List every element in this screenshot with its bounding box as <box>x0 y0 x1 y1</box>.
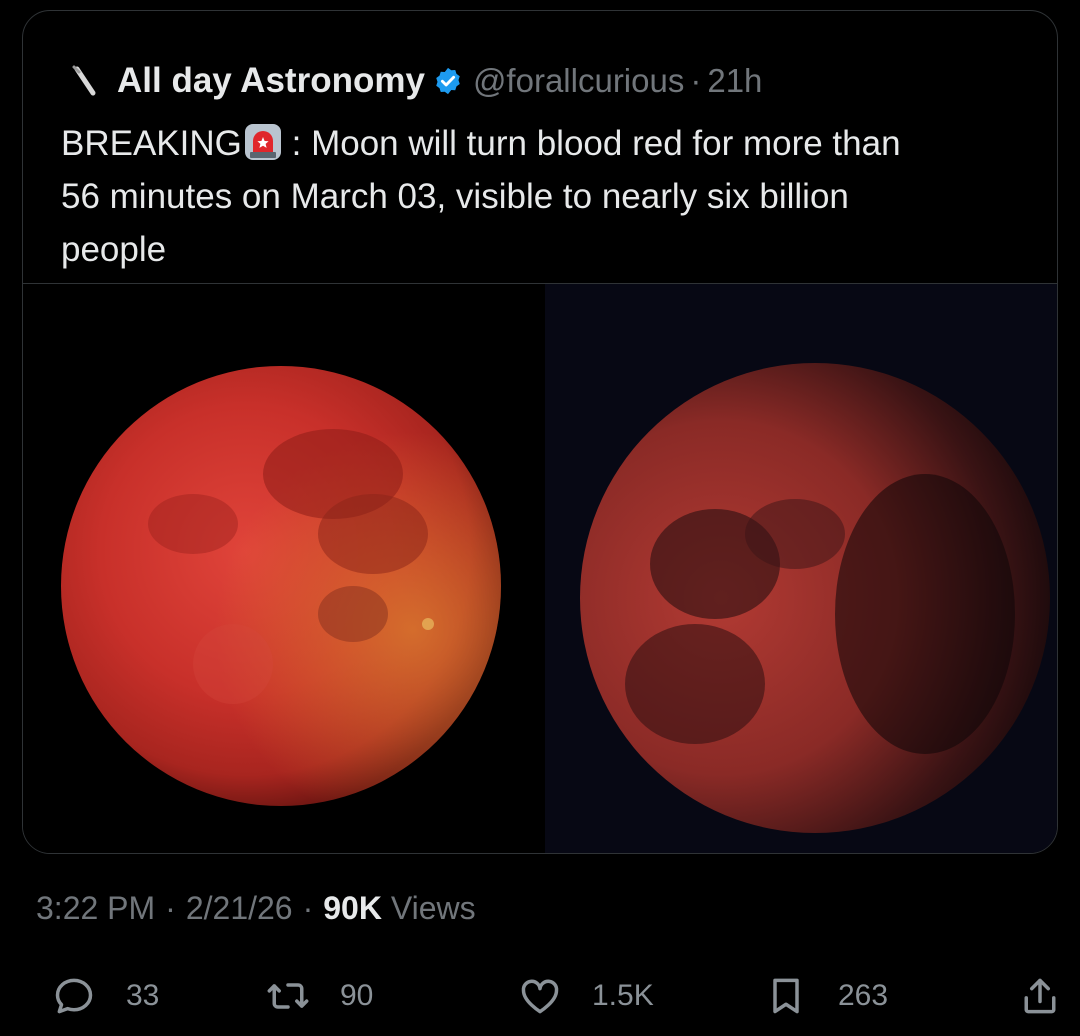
rotating-light-icon <box>244 124 281 160</box>
handle[interactable]: @forallcurious <box>473 62 684 100</box>
breaking-label: BREAKING <box>61 124 242 163</box>
blood-moon-photo-2[interactable] <box>545 284 1057 853</box>
tweet-text-line-3: people <box>61 230 167 269</box>
separator-dot: · <box>302 889 314 926</box>
separator-dot: · <box>165 889 176 926</box>
share-icon[interactable] <box>1018 974 1062 1018</box>
tweet-meta: 3:22 PM · 2/21/26 · 90K Views <box>36 884 476 932</box>
heart-icon <box>521 979 559 1014</box>
reply-count: 33 <box>126 979 160 1012</box>
blood-moon-photo-1[interactable] <box>23 284 545 853</box>
quoted-tweet-card[interactable]: All day Astronomy @forallcurious · 21h B… <box>22 10 1058 854</box>
like-count: 1.5K <box>592 979 654 1012</box>
red-moon-image <box>61 366 501 806</box>
tweet-text-line-1: : Moon will turn blood red for more than <box>291 124 901 163</box>
telescope-icon <box>72 65 96 96</box>
tweet-text-line-2: 56 minutes on March 03, visible to nearl… <box>61 177 849 216</box>
media-grid <box>23 283 1057 853</box>
bookmark-icon <box>773 978 799 1014</box>
like-button[interactable]: 1.5K <box>518 966 654 1026</box>
avatar[interactable] <box>67 63 103 99</box>
views-label: Views <box>390 889 476 926</box>
bookmark-button[interactable]: 263 <box>764 966 888 1026</box>
separator-dot: · <box>690 62 702 99</box>
reply-icon <box>55 978 93 1014</box>
repost-icon <box>267 983 309 1009</box>
post-age[interactable]: 21h <box>707 62 762 100</box>
reply-button[interactable]: 33 <box>52 966 159 1026</box>
views-count[interactable]: 90K <box>323 890 382 927</box>
bookmark-count: 263 <box>838 979 889 1012</box>
verified-badge-icon <box>436 67 460 95</box>
display-name[interactable]: All day Astronomy <box>117 61 425 101</box>
repost-count: 90 <box>340 979 374 1012</box>
quoted-tweet-text: BREAKING : Moon will turn blood red for … <box>61 117 1041 276</box>
red-moon-partial-image <box>580 363 1050 833</box>
quoted-tweet-header: All day Astronomy @forallcurious · 21h <box>67 55 762 107</box>
action-bar: 33 90 1.5K 263 <box>0 966 1080 1026</box>
post-date[interactable]: 2/21/26 <box>186 890 293 927</box>
post-time[interactable]: 3:22 PM <box>36 890 155 927</box>
repost-button[interactable]: 90 <box>266 966 373 1026</box>
